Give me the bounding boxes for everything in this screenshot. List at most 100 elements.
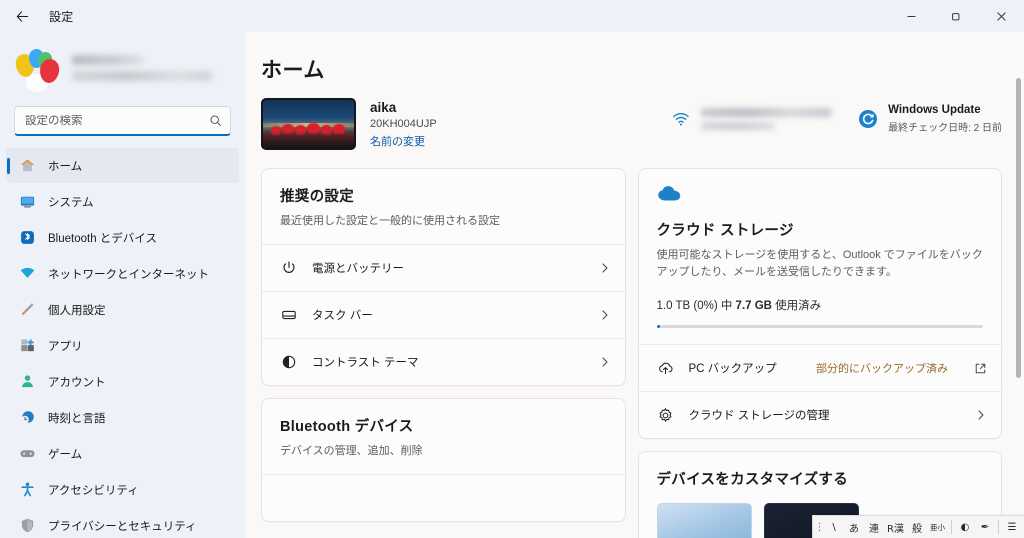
arrow-left-icon [16, 10, 28, 22]
title-bar: 設定 [0, 0, 1024, 32]
ime-pen-icon[interactable]: ✒ [975, 517, 995, 537]
ime-tools-icon[interactable]: ◐ [955, 517, 975, 537]
sidebar-item-label: ネットワークとインターネット [48, 268, 209, 281]
accessibility-icon [18, 481, 36, 499]
card-subtitle: デバイスの管理、追加、削除 [280, 445, 423, 458]
row-taskbar[interactable]: タスク バー [262, 291, 625, 338]
status-summary: Windows Update 最終チェック日時: 2 日前 [670, 98, 1002, 134]
apps-icon [18, 337, 36, 355]
ime-general-mode[interactable]: 般 [907, 517, 927, 537]
rename-device-link[interactable]: 名前の変更 [370, 133, 437, 149]
windows-update-status[interactable]: Windows Update 最終チェック日時: 2 日前 [857, 104, 1002, 134]
row-pc-backup[interactable]: PC バックアップ 部分的にバックアップ済み [638, 344, 1001, 391]
sidebar-item-privacy-security[interactable]: プライバシーとセキュリティ [6, 508, 239, 538]
window-title: 設定 [49, 9, 74, 24]
settings-window: 設定 設定の検索 ホーム システム Bluetooth とデバイス ネットワーク… [0, 0, 1024, 538]
ime-input-mode-hiragana[interactable]: あ [844, 517, 864, 537]
sidebar: ホーム システム [0, 32, 245, 538]
network-name-blur-line [701, 108, 832, 117]
chevron-right-icon [599, 356, 611, 368]
sidebar-item-label: Bluetooth とデバイス [48, 232, 157, 245]
restore-button[interactable] [934, 0, 979, 32]
ime-conversion-mode[interactable]: 連 [864, 517, 884, 537]
minimize-icon [907, 15, 916, 17]
contrast-icon [280, 353, 298, 371]
storage-progress-bar [656, 325, 983, 329]
sidebar-item-time-language[interactable]: 時刻と言語 [6, 400, 239, 435]
sidebar-item-home[interactable]: ホーム [6, 148, 239, 183]
sidebar-item-accounts[interactable]: アカウント [6, 364, 239, 399]
network-name-blurred [701, 108, 832, 130]
home-icon [18, 157, 36, 175]
update-refresh-icon [857, 108, 879, 130]
wifi-icon [18, 265, 36, 283]
device-model: 20KH004UJP [370, 118, 437, 130]
search-icon [209, 114, 222, 127]
bluetooth-devices-card: Bluetooth デバイス デバイスの管理、追加、削除 [261, 398, 626, 523]
user-profile[interactable] [0, 32, 245, 102]
bluetooth-icon [18, 229, 36, 247]
card-title: Bluetooth デバイス [280, 419, 414, 436]
card-header: Bluetooth デバイス デバイスの管理、追加、削除 [262, 399, 625, 474]
paintbrush-icon [18, 301, 36, 319]
device-header: aika 20KH004UJP 名前の変更 Windows Update 最終チ… [261, 98, 1002, 168]
storage-progress-fill [656, 325, 660, 329]
sidebar-item-network[interactable]: ネットワークとインターネット [6, 256, 239, 291]
cloud-storage-card: クラウド ストレージ 使用可能なストレージを使用すると、Outlook でファイ… [637, 168, 1002, 440]
ime-char-size[interactable]: 亜小 [927, 517, 948, 537]
search-box[interactable] [14, 106, 231, 136]
card-header: クラウド ストレージ 使用可能なストレージを使用すると、Outlook でファイ… [639, 169, 1002, 344]
cloud-upload-icon [657, 359, 675, 377]
profile-email-blurred [72, 71, 212, 81]
gear-icon [657, 406, 675, 424]
light-theme-tile[interactable] [656, 503, 752, 538]
card-title: デバイスをカスタマイズする [656, 472, 849, 489]
network-status[interactable] [670, 108, 832, 130]
device-name: aika [370, 100, 397, 115]
bluetooth-card-row-partial[interactable] [262, 474, 625, 521]
row-label: PC バックアップ [688, 363, 777, 376]
ime-kanji-mode[interactable]: R漢 [884, 517, 907, 537]
main-scrollbar[interactable] [1016, 78, 1021, 532]
row-power-and-battery[interactable]: 電源とバッテリー [262, 244, 625, 291]
taskbar-icon [280, 306, 298, 324]
sidebar-item-accessibility[interactable]: アクセシビリティ [6, 472, 239, 507]
update-status-text: Windows Update 最終チェック日時: 2 日前 [888, 104, 1002, 134]
search-input[interactable] [25, 114, 209, 127]
sidebar-item-personalization[interactable]: 個人用設定 [6, 292, 239, 327]
storage-value: 7.7 GB [735, 300, 772, 313]
page-title: ホーム [261, 59, 325, 82]
ime-drag-handle[interactable]: ⋮ [815, 516, 825, 538]
row-contrast-themes[interactable]: コントラスト テーマ [262, 338, 625, 385]
sidebar-item-gaming[interactable]: ゲーム [6, 436, 239, 471]
close-button[interactable] [979, 0, 1024, 32]
ime-separator [998, 520, 999, 534]
sidebar-item-apps[interactable]: アプリ [6, 328, 239, 363]
row-manage-cloud-storage[interactable]: クラウド ストレージの管理 [638, 391, 1001, 438]
restore-icon [952, 12, 960, 20]
row-label: コントラスト テーマ [312, 357, 419, 370]
storage-suffix: 使用済み [771, 300, 822, 313]
ime-toolbar[interactable]: ⋮ \ あ 連 R漢 般 亜小 ◐ ✒ ☰ [812, 515, 1024, 538]
sidebar-item-label: ホーム [48, 160, 83, 173]
back-button[interactable] [5, 1, 39, 31]
row-label: クラウド ストレージの管理 [688, 410, 830, 423]
sidebar-item-label: ゲーム [48, 448, 83, 461]
ime-menu-icon[interactable]: ☰ [1002, 517, 1022, 537]
recommended-settings-card: 推奨の設定 最近使用した設定と一般的に使用される設定 電源とバッテリー タスク … [261, 168, 626, 387]
clock-globe-icon [18, 409, 36, 427]
cards-column-right: クラウド ストレージ 使用可能なストレージを使用すると、Outlook でファイ… [637, 168, 1002, 538]
update-title: Windows Update [888, 104, 981, 116]
scrollbar-thumb[interactable] [1016, 78, 1021, 378]
card-title: クラウド ストレージ [656, 223, 794, 239]
search-container [0, 102, 245, 148]
minimize-button[interactable] [889, 0, 934, 32]
sidebar-item-label: プライバシーとセキュリティ [48, 520, 197, 533]
sidebar-item-system[interactable]: システム [6, 184, 239, 219]
sidebar-item-bluetooth[interactable]: Bluetooth とデバイス [6, 220, 239, 255]
sidebar-item-label: アプリ [48, 340, 83, 353]
ime-pen-mode[interactable]: \ [824, 517, 844, 537]
external-link-icon [974, 362, 987, 375]
onedrive-cloud-icon [657, 185, 984, 207]
laptop-thumbnail [261, 98, 356, 150]
